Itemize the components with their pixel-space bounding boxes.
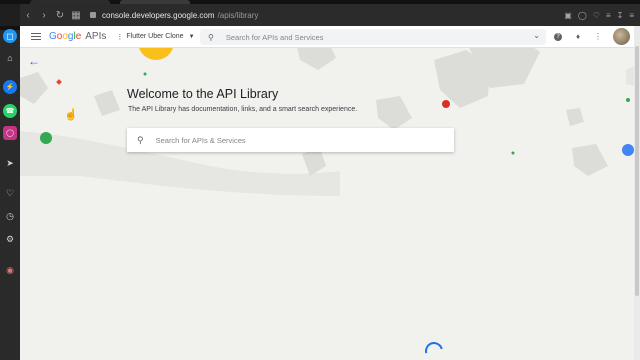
url-host: console.developers.google.com	[102, 10, 215, 20]
url-field[interactable]: console.developers.google.com/apis/libra…	[90, 11, 258, 20]
avatar[interactable]	[613, 28, 630, 45]
lightbulb-icon[interactable]: ◉	[3, 263, 17, 277]
green-dot	[40, 132, 52, 144]
chevron-down-icon[interactable]: ⌄	[533, 31, 540, 40]
menu-icon[interactable]: ≡	[629, 11, 634, 20]
browser-toolbar-icons: ▣ ◯ ♡ ≡ ↧ ≡	[564, 11, 640, 20]
logo-letter: G	[49, 31, 57, 42]
lines-icon[interactable]: ≡	[606, 11, 611, 20]
decorative-background	[20, 26, 634, 196]
top-search-bar[interactable]: ⚲ Search for APIs and Services ⌄	[200, 29, 546, 45]
project-name: Flutter Uber Clone	[126, 33, 184, 40]
browser-sidebar: ◻ ⌂ ⚡ ☎ ◯ ➤ ♡ ◷ ⚙ ◉	[0, 26, 20, 360]
shield-icon[interactable]: ◯	[578, 11, 587, 20]
address-bar: ‹ › ↻ ▦ console.developers.google.com/ap…	[20, 4, 640, 26]
page-content: Google APIs ⋮ Flutter Uber Clone ▼ ⚲ Sea…	[20, 26, 634, 360]
url-path: /apis/library	[217, 10, 259, 20]
camera-icon[interactable]: ▣	[564, 11, 572, 20]
instagram-icon[interactable]: ◯	[3, 126, 17, 140]
small-dot	[143, 72, 147, 76]
red-diamond	[56, 79, 62, 85]
download-icon[interactable]: ↧	[617, 11, 624, 20]
reload-button[interactable]: ↻	[52, 4, 68, 26]
small-dot	[626, 98, 630, 102]
more-vert-icon[interactable]: ⋮	[593, 32, 603, 42]
home-icon[interactable]: ⌂	[3, 51, 17, 65]
send-icon[interactable]: ➤	[3, 156, 17, 170]
back-button[interactable]: ‹	[20, 4, 36, 26]
heart-icon[interactable]: ♡	[593, 11, 600, 20]
logo-letter: e	[75, 31, 82, 42]
whatsapp-icon[interactable]: ☎	[3, 104, 17, 118]
screen: ‹ › ↻ ▦ console.developers.google.com/ap…	[0, 0, 640, 360]
lock-icon	[90, 12, 96, 18]
search-icon: ⚲	[208, 32, 214, 42]
api-search-placeholder: Search for APIs & Services	[155, 135, 246, 145]
project-icon: ⋮	[116, 33, 124, 41]
scrollbar-thumb[interactable]	[635, 46, 639, 296]
hamburger-icon[interactable]	[25, 26, 47, 48]
blue-dot	[622, 144, 634, 156]
search-icon: ⚲	[137, 134, 144, 145]
help-icon[interactable]: ?	[553, 32, 563, 42]
heart-icon[interactable]: ♡	[3, 186, 17, 200]
google-apis-logo[interactable]: Google APIs	[49, 31, 106, 42]
hand-cursor-icon: ☝	[64, 109, 78, 121]
arrow-back-icon[interactable]: ←	[28, 54, 40, 68]
bell-icon[interactable]: ♦	[573, 32, 583, 42]
settings-icon[interactable]: ⚙	[3, 232, 17, 246]
tabs-grid-icon[interactable]: ▦	[68, 4, 84, 26]
dropdown-caret-icon: ▼	[188, 33, 195, 40]
header-actions: ? ♦ ⋮	[553, 28, 630, 45]
clock-icon[interactable]: ◷	[3, 209, 17, 223]
workspace-icon[interactable]: ◻	[3, 29, 17, 43]
project-selector[interactable]: ⋮ Flutter Uber Clone ▼	[116, 33, 194, 41]
api-search-input[interactable]: ⚲ Search for APIs & Services	[127, 128, 454, 152]
red-dot	[442, 100, 450, 108]
forward-button[interactable]: ›	[36, 4, 52, 26]
page-title: Welcome to the API Library	[127, 87, 279, 101]
gcp-header: Google APIs ⋮ Flutter Uber Clone ▼ ⚲ Sea…	[20, 26, 634, 48]
small-dot	[511, 151, 515, 155]
logo-product: APIs	[85, 31, 107, 42]
page-scrollbar[interactable]	[634, 26, 640, 360]
page-subtitle: The API Library has documentation, links…	[128, 106, 358, 113]
top-search-placeholder: Search for APIs and Services	[225, 32, 324, 42]
messenger-icon[interactable]: ⚡	[3, 80, 17, 94]
